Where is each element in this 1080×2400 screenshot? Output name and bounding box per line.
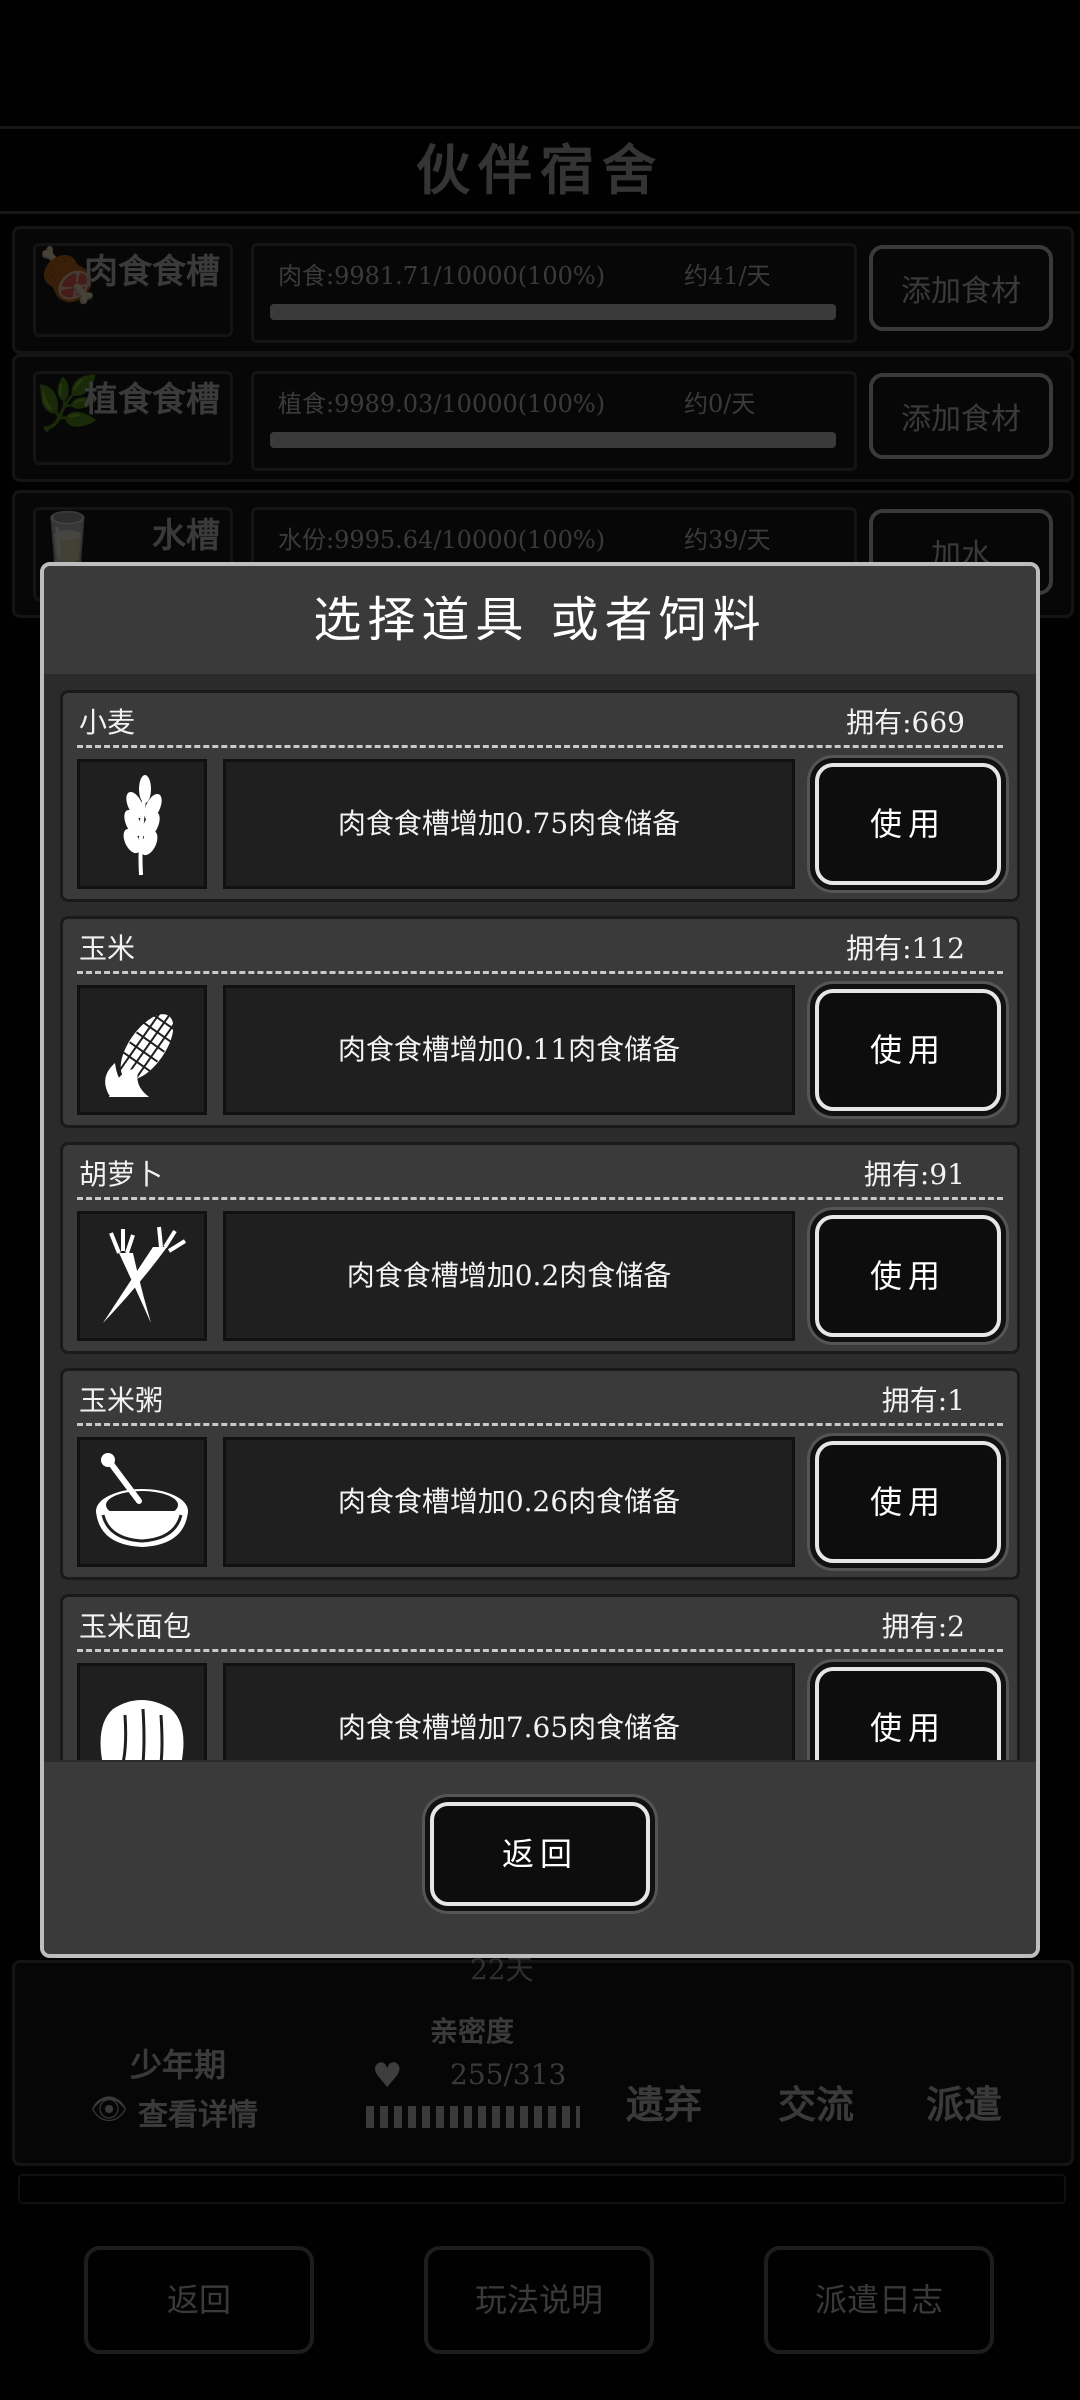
trough-progress-bar: [270, 304, 836, 320]
item-select-modal: 选择道具 或者饲料 小麦 拥有:669 肉食食槽增加0.75肉食储备 使用 玉米…: [40, 562, 1040, 1958]
item-description: 肉食食槽增加0.11肉食储备: [223, 985, 795, 1115]
item-icon-box: [77, 1211, 207, 1341]
bread-icon: [100, 1700, 184, 1760]
porridge-icon: [96, 1453, 188, 1547]
item-name: 小麦: [79, 706, 136, 739]
item-card-corn-porridge: 玉米粥 拥有:1 肉食食槽增加0.26肉食储备 使用: [60, 1368, 1020, 1580]
intimacy-value: 255/313: [450, 2058, 567, 2091]
trough-info: 植食:9989.03/10000(100%) 约0/天: [251, 371, 857, 471]
growth-stage: 少年期: [130, 2046, 227, 2084]
trough-rate: 约39/天: [684, 526, 771, 554]
use-button[interactable]: 使用: [815, 1215, 1001, 1337]
dashed-divider: [77, 1197, 1003, 1200]
use-button[interactable]: 使用: [815, 763, 1001, 885]
item-description: 肉食食槽增加0.2肉食储备: [223, 1211, 795, 1341]
trough-label: 肉食食槽: [33, 243, 233, 337]
communicate-button[interactable]: 交流: [778, 2074, 854, 2129]
dashed-divider: [77, 971, 1003, 974]
item-name: 玉米粥: [79, 1384, 164, 1417]
item-card-corn: 玉米 拥有:112 肉食食槽增加0.11肉食储备 使用: [60, 916, 1020, 1128]
meat-trough-panel: 🍖 肉食食槽 肉食:9981.71/10000(100%) 约41/天 添加食材: [12, 226, 1074, 354]
item-owned-count: 拥有:1: [881, 1384, 965, 1417]
heart-icon: ♥: [372, 2056, 403, 2096]
item-icon-box: [77, 1437, 207, 1567]
dashed-divider: [77, 1649, 1003, 1652]
view-details-link[interactable]: 查看详情: [138, 2090, 258, 2134]
item-owned-count: 拥有:2: [881, 1610, 965, 1643]
use-button[interactable]: 使用: [815, 1441, 1001, 1563]
use-button[interactable]: 使用: [815, 989, 1001, 1111]
use-button[interactable]: 使用: [815, 1667, 1001, 1760]
eye-icon: 👁: [90, 2092, 129, 2127]
trough-amount: 植食:9989.03/10000(100%): [278, 390, 606, 418]
carrot-icon: [103, 1226, 187, 1323]
plant-trough-panel: 🌿 植食食槽 植食:9989.03/10000(100%) 约0/天 添加食材: [12, 354, 1074, 482]
intimacy-bar: [366, 2106, 580, 2128]
item-name: 胡萝卜: [79, 1158, 164, 1191]
dispatch-button[interactable]: 派遣: [926, 2074, 1002, 2129]
item-name: 玉米面包: [79, 1610, 192, 1643]
trough-progress-bar: [270, 432, 836, 448]
item-icon-box: [77, 1663, 207, 1760]
item-owned-count: 拥有:112: [846, 932, 965, 965]
footer-back-button[interactable]: 返回: [84, 2246, 314, 2354]
page-title: 伙伴宿舍: [0, 126, 1080, 214]
item-card-carrot: 胡萝卜 拥有:91 肉食食槽增加0.2肉食储备 使用: [60, 1142, 1020, 1354]
item-icon-box: [77, 985, 207, 1115]
modal-title: 选择道具 或者饲料: [44, 566, 1036, 674]
item-card-corn-bread: 玉米面包 拥有:2 肉食食槽增加7.65肉食储备 使用: [60, 1594, 1020, 1760]
footer-rules-button[interactable]: 玩法说明: [424, 2246, 654, 2354]
intimacy-label: 亲密度: [430, 2015, 515, 2048]
add-food-button[interactable]: 添加食材: [869, 245, 1053, 331]
footer-dispatch-log-button[interactable]: 派遣日志: [764, 2246, 994, 2354]
item-description: 肉食食槽增加7.65肉食储备: [223, 1663, 795, 1760]
abandon-button[interactable]: 遗弃: [626, 2074, 702, 2129]
item-icon-box: [77, 759, 207, 889]
modal-footer: 返回: [44, 1762, 1036, 1954]
corn-icon: [105, 1011, 176, 1097]
item-list[interactable]: 小麦 拥有:669 肉食食槽增加0.75肉食储备 使用 玉米 拥有:112 肉食…: [60, 690, 1020, 1760]
divider: [18, 2174, 1066, 2204]
add-food-button[interactable]: 添加食材: [869, 373, 1053, 459]
item-description: 肉食食槽增加0.26肉食储备: [223, 1437, 795, 1567]
item-owned-count: 拥有:669: [846, 706, 965, 739]
item-description: 肉食食槽增加0.75肉食储备: [223, 759, 795, 889]
wheat-icon: [123, 775, 162, 876]
item-owned-count: 拥有:91: [863, 1158, 965, 1191]
trough-rate: 约41/天: [684, 262, 771, 290]
item-card-wheat: 小麦 拥有:669 肉食食槽增加0.75肉食储备 使用: [60, 690, 1020, 902]
trough-info: 肉食:9981.71/10000(100%) 约41/天: [251, 243, 857, 343]
trough-amount: 肉食:9981.71/10000(100%): [278, 262, 606, 290]
back-button[interactable]: 返回: [430, 1802, 650, 1906]
dashed-divider: [77, 1423, 1003, 1426]
item-name: 玉米: [79, 932, 136, 965]
trough-rate: 约0/天: [684, 390, 756, 418]
dashed-divider: [77, 745, 1003, 748]
trough-label: 植食食槽: [33, 371, 233, 465]
trough-amount: 水份:9995.64/10000(100%): [278, 526, 606, 554]
